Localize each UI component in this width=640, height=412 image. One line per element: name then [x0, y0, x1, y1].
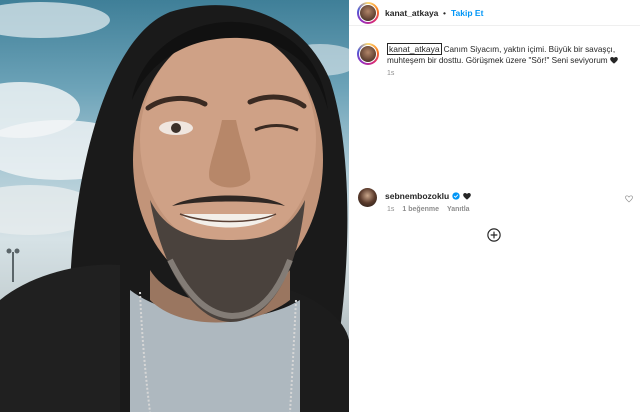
commenter-username[interactable]: sebnembozoklu	[385, 191, 449, 201]
comment-reply-button[interactable]: Yanıtla	[447, 206, 470, 213]
follow-button[interactable]: Takip Et	[451, 8, 483, 18]
comment-likes-count[interactable]: 1 beğenme	[402, 206, 439, 213]
post-details-panel: kanat_atkaya • Takip Et kanat_atkaya Canı…	[349, 0, 640, 412]
comment-row: sebnembozoklu	[385, 191, 472, 201]
author-avatar[interactable]	[357, 2, 379, 24]
author-username[interactable]: kanat_atkaya	[385, 8, 438, 18]
verified-badge-icon	[452, 192, 460, 200]
comment-meta: 1s 1 beğenme Yanıtla	[387, 206, 470, 213]
post-caption: kanat_atkaya Canım Siyacım, yaktın içimi.…	[387, 43, 635, 66]
black-heart-icon	[610, 57, 618, 64]
post-header: kanat_atkaya • Takip Et	[349, 0, 640, 26]
caption-author-avatar[interactable]	[357, 43, 379, 65]
heart-outline-icon[interactable]	[625, 195, 633, 203]
caption-username[interactable]: kanat_atkaya	[387, 43, 442, 55]
caption-timestamp: 1s	[387, 70, 395, 77]
selfie-image	[0, 2, 349, 412]
header-separator: •	[443, 8, 446, 18]
black-heart-icon	[463, 192, 472, 200]
commenter-avatar[interactable]	[358, 188, 377, 207]
comment-timestamp: 1s	[387, 206, 395, 213]
plus-circle-icon[interactable]	[487, 228, 501, 242]
post-photo[interactable]	[0, 0, 349, 412]
